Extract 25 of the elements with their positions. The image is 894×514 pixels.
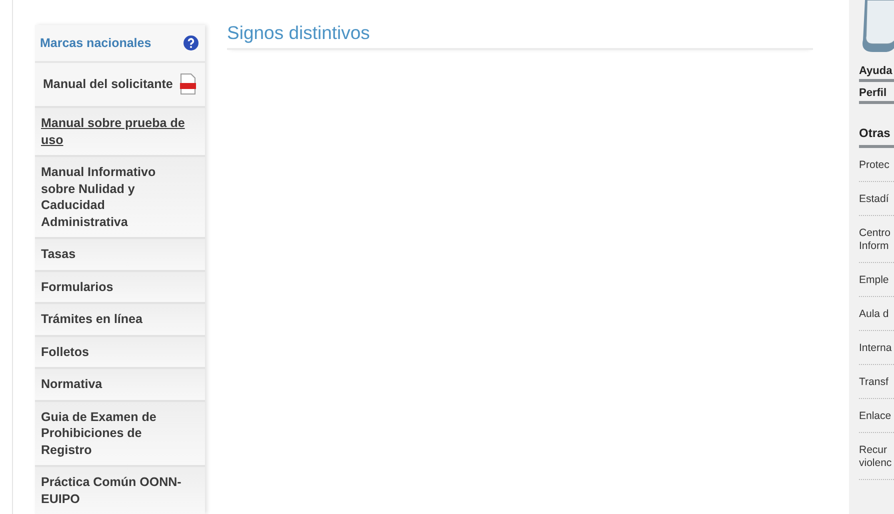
side-link[interactable]: Centro Inform	[859, 216, 894, 263]
side-link[interactable]: Emple	[859, 263, 894, 297]
side-link[interactable]: Perfil	[859, 82, 894, 104]
section-title: Otras	[859, 126, 894, 148]
side-link[interactable]: Aula d	[859, 297, 894, 331]
side-link[interactable]: Enlace	[859, 399, 894, 433]
side-link[interactable]: Recur violenc	[859, 433, 894, 480]
sidebar-item[interactable]: Manual Informativo sobre Nulidad y Caducidad Administrativa	[35, 157, 205, 239]
side-link[interactable]: Protec	[859, 148, 894, 182]
page-title: Signos distintivos	[227, 22, 813, 50]
sidebar-item[interactable]: Práctica Común OONN-EUIPO	[35, 467, 205, 514]
sidebar-title: Marcas nacionales	[40, 36, 152, 50]
sidebar-item[interactable]: Tasas	[35, 239, 205, 272]
sidebar-item[interactable]: Guia de Examen de Prohibiciones de Registro	[35, 402, 205, 467]
sidebar-item[interactable]: Manual sobre prueba de uso	[35, 108, 205, 157]
help-icon[interactable]	[183, 35, 199, 51]
sidebar-item[interactable]: Trámites en línea	[35, 304, 205, 336]
sidebar-item[interactable]: Formularios	[35, 272, 205, 304]
side-link[interactable]: Transf	[859, 365, 894, 399]
side-link[interactable]: Ayuda	[859, 60, 894, 82]
side-link[interactable]: Interna	[859, 331, 894, 365]
pdf-icon	[179, 73, 197, 95]
sidebar-item[interactable]: Folletos	[35, 336, 205, 369]
sidebar-item[interactable]: Normativa	[35, 369, 205, 402]
side-link[interactable]: Estadí	[859, 182, 894, 216]
